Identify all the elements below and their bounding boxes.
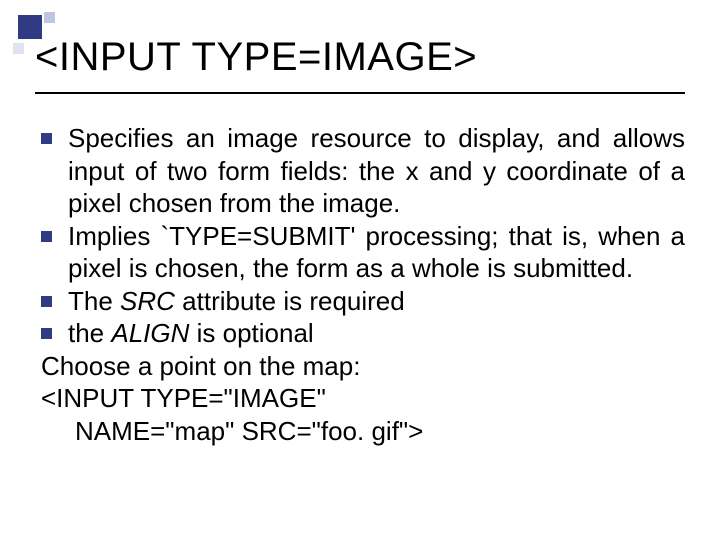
bullet-text: Implies `TYPE=SUBMIT' processing; that i…	[68, 220, 685, 285]
bullet-icon	[41, 328, 52, 339]
square-small-icon	[44, 12, 55, 23]
list-item: Specifies an image resource to display, …	[35, 122, 685, 220]
bullet-text: Specifies an image resource to display, …	[68, 122, 685, 220]
trailing-line: <INPUT TYPE="IMAGE"	[41, 382, 685, 415]
bullet-icon	[41, 296, 52, 307]
src-italic: SRC	[120, 286, 175, 316]
slide-title: <INPUT TYPE=IMAGE>	[35, 35, 685, 80]
title-underline	[35, 92, 685, 94]
bullet-icon	[41, 231, 52, 242]
bullet-text: The SRC attribute is required	[68, 285, 685, 318]
corner-decoration	[18, 15, 42, 44]
list-item: the ALIGN is optional	[35, 317, 685, 350]
slide-content: <INPUT TYPE=IMAGE> Specifies an image re…	[0, 0, 720, 467]
trailing-line: Choose a point on the map:	[41, 350, 685, 383]
list-item: Implies `TYPE=SUBMIT' processing; that i…	[35, 220, 685, 285]
trailing-line: NAME="map" SRC="foo. gif">	[75, 415, 685, 448]
bullet-text: the ALIGN is optional	[68, 317, 685, 350]
bullet-list: Specifies an image resource to display, …	[35, 122, 685, 447]
align-italic: ALIGN	[111, 318, 189, 348]
bullet-icon	[41, 133, 52, 144]
list-item: The SRC attribute is required	[35, 285, 685, 318]
square-large-icon	[18, 15, 42, 39]
square-small2-icon	[13, 43, 24, 54]
